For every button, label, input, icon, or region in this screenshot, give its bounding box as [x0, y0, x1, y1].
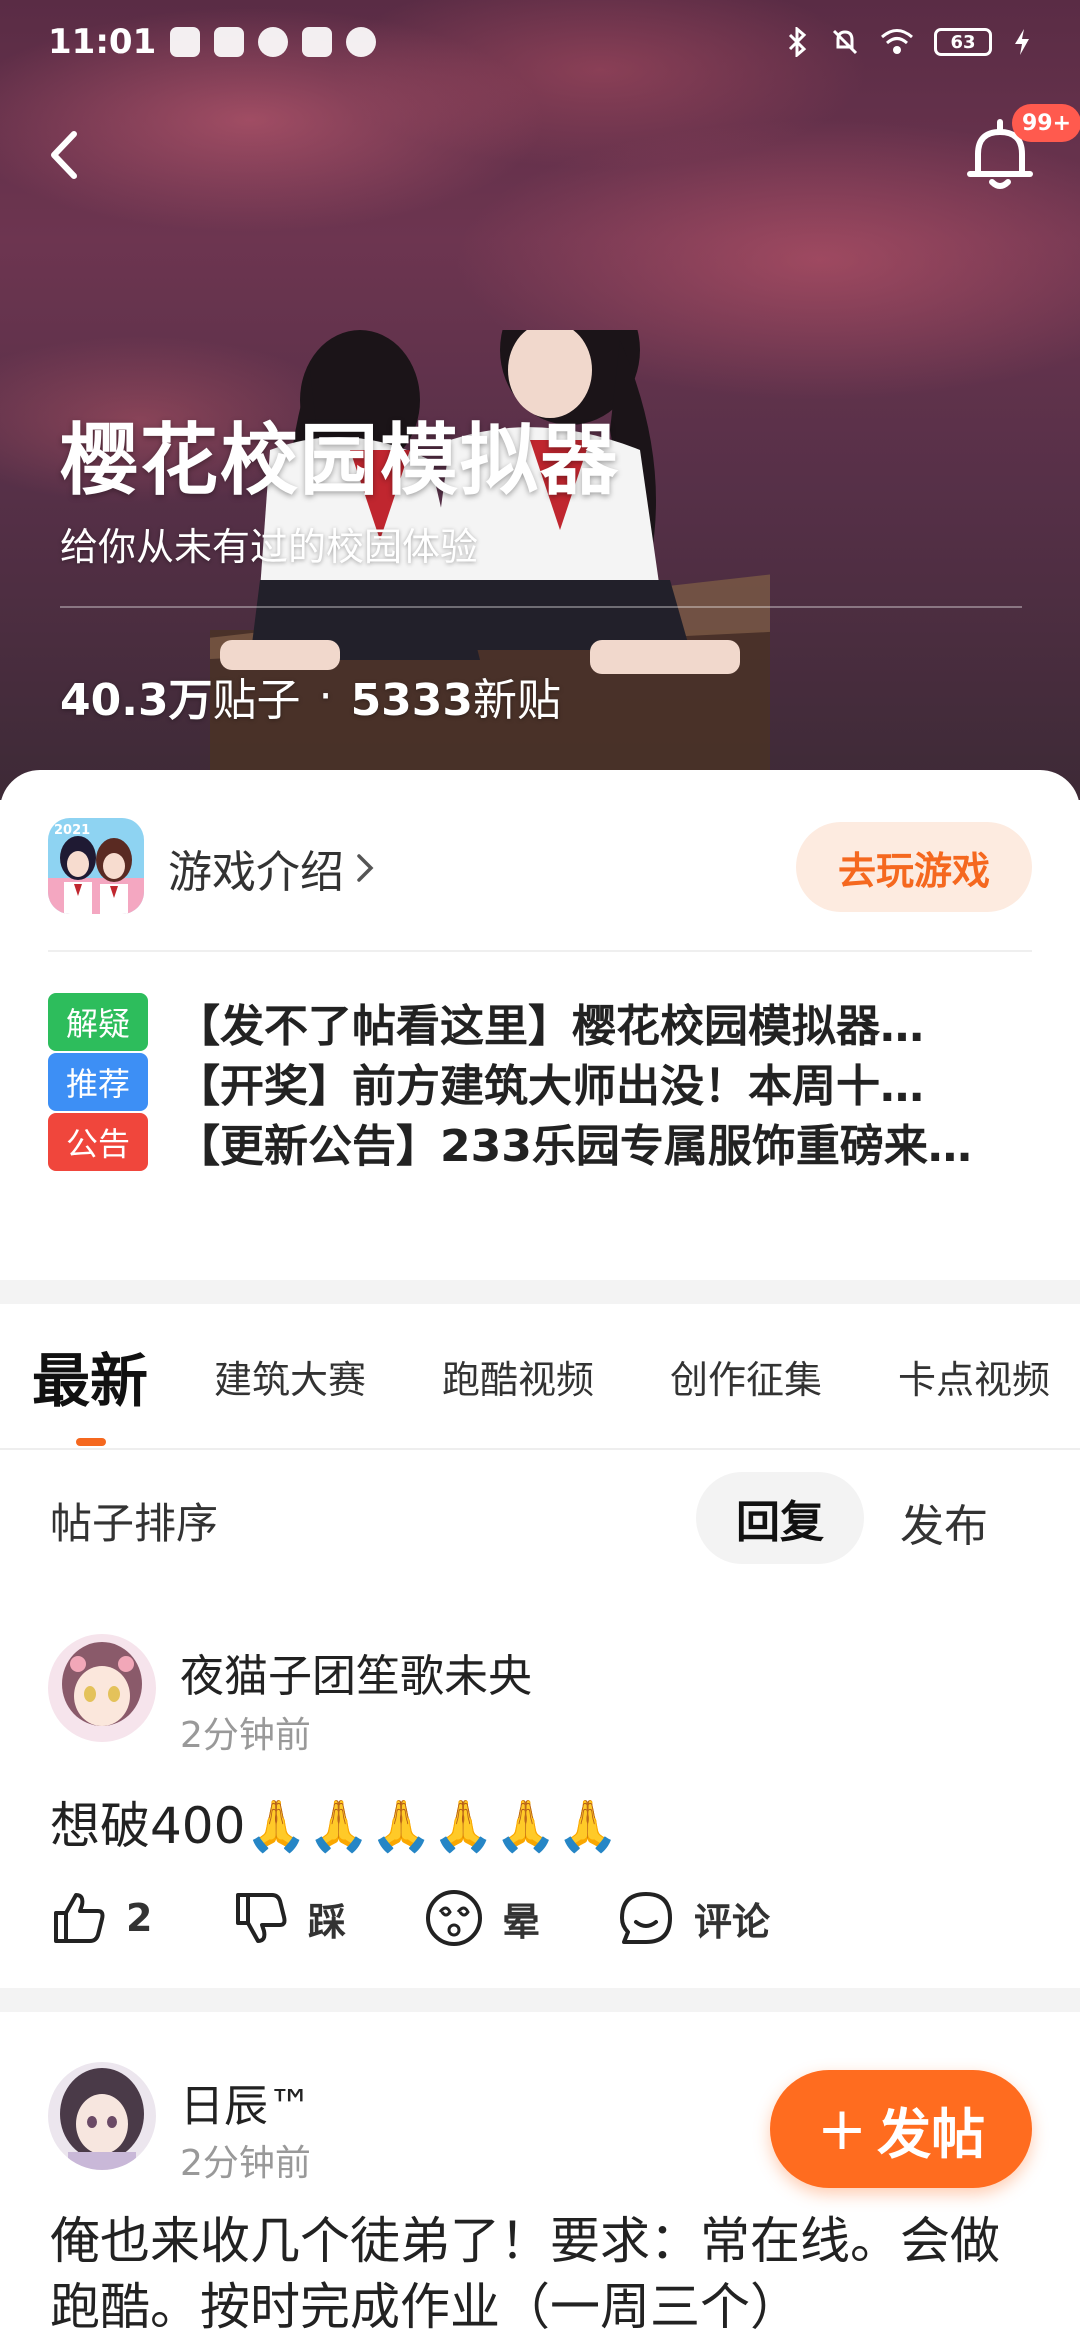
charging-icon: [1015, 29, 1029, 55]
notice-item[interactable]: 推荐 【开奖】前方建筑大师出没！本周十…: [48, 1052, 1038, 1112]
app-notification-icon: [302, 27, 333, 57]
user-avatar-image: [48, 1634, 156, 1742]
card-divider: [48, 950, 1032, 952]
bluetooth-icon: [788, 27, 807, 57]
post-time: 2分钟前: [180, 2143, 311, 2184]
forum-page: 11:01 63 99+ 樱花校园模拟器 给你从未有过的校园体验 40.3万贴子…: [0, 0, 1080, 2340]
notice-tag-recommend: 推荐: [48, 1053, 148, 1111]
comment-label: 评论: [694, 1899, 771, 1944]
like-button[interactable]: 2: [50, 1882, 152, 1954]
wifi-icon: [881, 29, 913, 54]
game-intro-label: 游戏介绍: [168, 847, 344, 898]
audio-icon: [346, 27, 377, 57]
forum-stats: 40.3万贴子 · 5333新贴: [60, 664, 561, 728]
game-icon-year: 2021: [54, 823, 90, 838]
status-bar: 11:01 63: [0, 0, 1080, 84]
tab-creation-call[interactable]: 创作征集: [670, 1304, 822, 1448]
dizzy-face-icon: [426, 1890, 482, 1946]
sort-label: 帖子排序: [50, 1499, 219, 1548]
mail-icon: [214, 27, 245, 57]
post-divider: [0, 1988, 1080, 2012]
header-divider: [60, 606, 1022, 608]
dizzy-button[interactable]: 晕: [424, 1882, 540, 1954]
notice-text: 【发不了帖看这里】樱花校园模拟器…: [176, 1001, 924, 1052]
notice-tag-announcement: 公告: [48, 1113, 148, 1171]
post-content[interactable]: 想破400🙏🙏🙏🙏🙏🙏: [50, 1786, 619, 1858]
posts-unit: 贴子: [212, 675, 301, 726]
forum-info-card: 2021 游戏介绍 去玩游戏 解疑 【发不了帖看这里】樱花校园模拟器… 推荐 【…: [0, 770, 1080, 1280]
thumbs-up-icon: [54, 1893, 105, 1943]
forum-header-banner: 11:01 63 99+ 樱花校园模拟器 给你从未有过的校园体验 40.3万贴子…: [0, 0, 1080, 800]
dislike-button[interactable]: 踩: [232, 1882, 346, 1954]
stats-separator: ·: [318, 670, 333, 722]
forum-subtitle: 给你从未有过的校园体验: [60, 525, 479, 569]
forum-title: 樱花校园模拟器: [60, 416, 621, 506]
compass-icon: [258, 27, 289, 57]
post-username[interactable]: 夜猫子团笙歌未央: [180, 1640, 532, 1704]
notice-tag-faq: 解疑: [48, 993, 148, 1051]
notice-text: 【开奖】前方建筑大师出没！本周十…: [176, 1061, 924, 1112]
battery-indicator: 63: [934, 28, 992, 56]
new-posts-count: 5333: [350, 675, 474, 726]
sort-by-publish-button[interactable]: 发布: [900, 1490, 988, 1554]
notice-text: 【更新公告】233乐园专属服饰重磅来…: [176, 1121, 972, 1172]
sim-icon: [170, 27, 201, 57]
tabs-divider: [0, 1448, 1080, 1450]
notice-item[interactable]: 解疑 【发不了帖看这里】樱花校园模拟器…: [48, 992, 1038, 1052]
sort-by-reply-button[interactable]: 回复: [696, 1472, 864, 1564]
create-post-button[interactable]: + 发帖: [770, 2070, 1032, 2188]
category-tabs: 最新 建筑大赛 跑酷视频 创作征集 卡点视频: [0, 1304, 1080, 1448]
mute-bell-icon: [832, 29, 858, 55]
notice-item[interactable]: 公告 【更新公告】233乐园专属服饰重磅来…: [48, 1112, 1038, 1172]
dizzy-label: 晕: [502, 1899, 541, 1944]
tab-parkour-videos[interactable]: 跑酷视频: [442, 1304, 594, 1448]
tab-beat-videos[interactable]: 卡点视频: [898, 1304, 1050, 1448]
thumbs-down-icon: [236, 1893, 287, 1943]
active-tab-indicator: [76, 1438, 106, 1446]
back-button[interactable]: [40, 120, 90, 190]
like-count: 2: [126, 1896, 153, 1940]
status-time: 11:01: [48, 22, 157, 62]
play-game-button[interactable]: 去玩游戏: [796, 822, 1032, 912]
game-avatar-image: 2021: [48, 818, 144, 914]
section-divider: [0, 1280, 1080, 1304]
game-intro-link[interactable]: 游戏介绍: [168, 836, 376, 900]
plus-icon: +: [816, 2094, 868, 2164]
tab-latest[interactable]: 最新: [32, 1304, 148, 1448]
user-avatar-image: [48, 2062, 156, 2170]
posts-count: 40.3万: [60, 675, 213, 726]
avatar[interactable]: [48, 1634, 156, 1742]
post-username[interactable]: 日辰™: [180, 2070, 312, 2134]
comment-bubble-icon: [620, 1892, 672, 1944]
notification-badge: 99+: [1012, 104, 1080, 142]
dislike-label: 踩: [308, 1899, 347, 1944]
post-content[interactable]: 俺也来收几个徒弟了！要求：常在线。会做跑酷。按时完成作业（一周三个）: [50, 2208, 1040, 2340]
new-posts-unit: 新贴: [473, 675, 562, 726]
create-post-label: 发帖: [877, 2102, 986, 2166]
avatar[interactable]: [48, 2062, 156, 2170]
chevron-right-icon: [357, 854, 374, 882]
comment-button[interactable]: 评论: [616, 1882, 770, 1954]
post-time: 2分钟前: [180, 1715, 311, 1756]
back-arrow-icon: [51, 131, 77, 179]
game-icon[interactable]: 2021: [48, 818, 144, 914]
tab-building-contest[interactable]: 建筑大赛: [214, 1304, 366, 1448]
